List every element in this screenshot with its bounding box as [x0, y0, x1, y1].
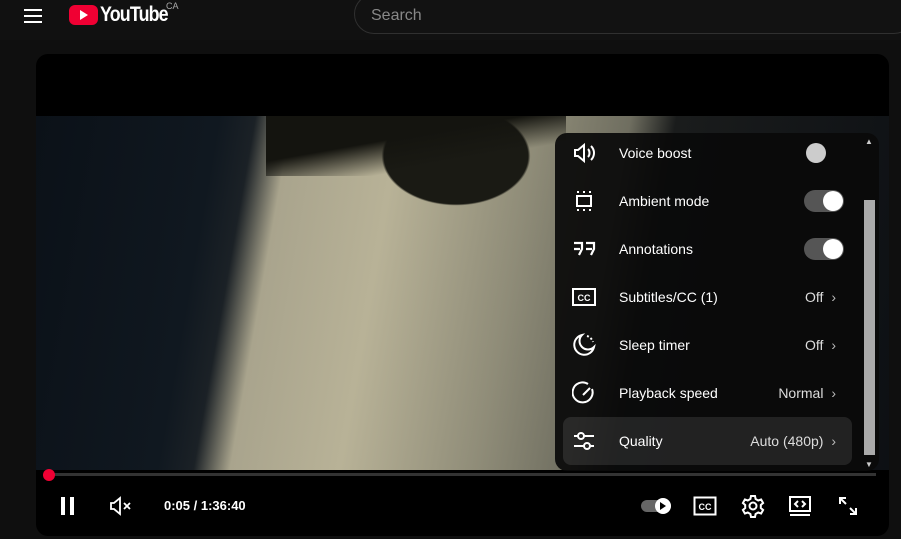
theater-icon: [789, 496, 811, 516]
menu-value: Normal: [778, 385, 836, 401]
menu-label: Playback speed: [619, 385, 718, 401]
autoplay-toggle[interactable]: [641, 494, 673, 518]
time-display: 0:05 / 1:36:40: [164, 498, 246, 513]
autoplay-icon: [641, 498, 671, 514]
annotations-icon: [570, 237, 598, 261]
video-player[interactable]: Voice boost Ambient mode Annotations CC …: [36, 54, 889, 536]
fullscreen-icon: [839, 497, 857, 515]
menu-icon[interactable]: [24, 8, 42, 24]
menu-item-voice-boost[interactable]: Voice boost: [563, 129, 852, 177]
menu-item-quality[interactable]: Quality Auto (480p): [563, 417, 852, 465]
quality-icon: [570, 429, 598, 453]
fullscreen-button[interactable]: [836, 494, 860, 518]
playback-speed-icon: [570, 381, 598, 405]
mute-button[interactable]: [108, 494, 134, 518]
voice-boost-toggle[interactable]: [806, 143, 826, 163]
settings-menu: Voice boost Ambient mode Annotations CC …: [555, 133, 879, 471]
menu-item-subtitles[interactable]: CC Subtitles/CC (1) Off: [563, 273, 852, 321]
menu-label: Subtitles/CC (1): [619, 289, 718, 305]
pause-button[interactable]: [56, 494, 80, 518]
pause-icon: [61, 497, 74, 515]
menu-label: Quality: [619, 433, 663, 449]
country-code: CA: [166, 1, 179, 11]
search-input[interactable]: Search: [354, 0, 901, 34]
search-placeholder: Search: [371, 7, 422, 24]
subtitles-icon: CC: [570, 285, 598, 309]
menu-item-sleep-timer[interactable]: Sleep timer Off: [563, 321, 852, 369]
progress-bar[interactable]: [48, 473, 876, 476]
menu-item-ambient-mode[interactable]: Ambient mode: [563, 177, 852, 225]
scrubber-handle[interactable]: [43, 469, 55, 481]
menu-item-annotations[interactable]: Annotations: [563, 225, 852, 273]
menu-label: Annotations: [619, 241, 693, 257]
ambient-mode-toggle[interactable]: [804, 190, 844, 212]
scrollbar-thumb[interactable]: [864, 200, 875, 455]
scroll-down-icon[interactable]: ▼: [865, 460, 873, 469]
menu-label: Ambient mode: [619, 193, 710, 209]
svg-text:CC: CC: [699, 502, 712, 512]
cc-icon: CC: [693, 496, 717, 516]
sleep-timer-icon: [570, 333, 598, 357]
scroll-up-icon[interactable]: ▲: [865, 137, 873, 146]
subtitles-button[interactable]: CC: [693, 494, 717, 518]
menu-value: Off: [805, 337, 836, 353]
youtube-logo[interactable]: YouTube: [69, 3, 180, 27]
theater-mode-button[interactable]: [788, 494, 812, 518]
annotations-toggle[interactable]: [804, 238, 844, 260]
logo-text: YouTube: [100, 3, 169, 26]
gear-icon: [741, 495, 765, 518]
muted-icon: [110, 496, 131, 516]
menu-label: Sleep timer: [619, 337, 690, 353]
masthead: YouTube CA Search: [0, 0, 901, 40]
voice-boost-icon: [570, 141, 598, 165]
settings-button[interactable]: [741, 494, 765, 518]
svg-text:CC: CC: [578, 293, 591, 303]
ambient-mode-icon: [570, 189, 598, 213]
menu-value: Off: [805, 289, 836, 305]
menu-label: Voice boost: [619, 145, 692, 161]
menu-item-playback-speed[interactable]: Playback speed Normal: [563, 369, 852, 417]
menu-scrollbar[interactable]: ▲ ▼: [862, 133, 876, 471]
menu-value: Auto (480p): [750, 433, 836, 449]
youtube-play-icon: [69, 5, 98, 25]
